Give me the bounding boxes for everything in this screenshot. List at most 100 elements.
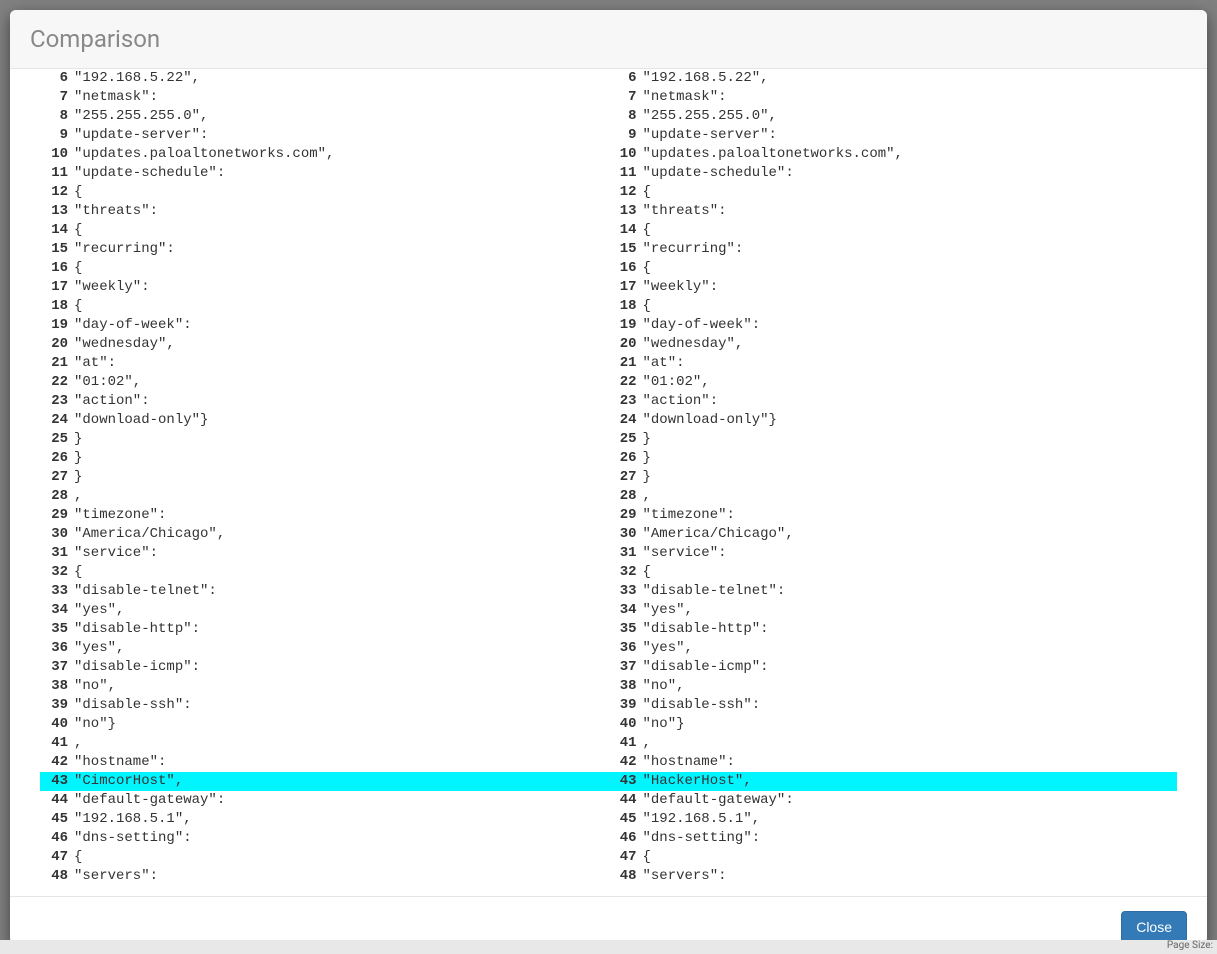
diff-line: 45"192.168.5.1",: [609, 810, 1178, 829]
diff-line: 6"192.168.5.22",: [40, 69, 609, 88]
line-content: "netmask":: [643, 89, 727, 105]
line-number: 43: [609, 772, 637, 791]
line-number: 33: [609, 582, 637, 601]
line-number: 18: [609, 297, 637, 316]
line-content: "recurring":: [643, 241, 744, 257]
diff-line: 12{: [609, 183, 1178, 202]
diff-line: 12 {: [40, 183, 609, 202]
diff-line: 41,: [40, 734, 609, 753]
line-content: "no"}: [643, 716, 685, 732]
diff-line: 18{: [609, 297, 1178, 316]
diff-line: 38"no",: [609, 677, 1178, 696]
diff-line: 28,: [40, 487, 609, 506]
line-number: 13: [609, 202, 637, 221]
line-content: "at":: [74, 355, 116, 371]
line-content: "netmask":: [74, 89, 158, 105]
line-number: 29: [609, 506, 637, 525]
diff-line: 33 "disable-telnet":: [609, 582, 1178, 601]
line-content: {: [643, 564, 651, 580]
line-number: 9: [609, 126, 637, 145]
line-content: "disable-icmp":: [74, 659, 200, 675]
line-number: 47: [609, 848, 637, 867]
line-number: 16: [609, 259, 637, 278]
line-content: "servers":: [643, 868, 727, 884]
line-number: 43: [40, 772, 68, 791]
diff-line: 19"day-of-week":: [40, 316, 609, 335]
line-number: 13: [40, 202, 68, 221]
line-content: "update-schedule":: [643, 165, 794, 181]
diff-line: 28,: [609, 487, 1178, 506]
line-content: {: [643, 849, 651, 865]
line-number: 20: [609, 335, 637, 354]
modal-title: Comparison: [30, 25, 160, 53]
diff-line: 17"weekly":: [40, 278, 609, 297]
line-content: "America/Chicago",: [643, 526, 794, 542]
line-number: 21: [609, 354, 637, 373]
line-content: "day-of-week":: [643, 317, 761, 333]
line-number: 36: [40, 639, 68, 658]
diff-line: 20"wednesday",: [40, 335, 609, 354]
line-number: 12: [40, 183, 68, 202]
diff-line: 24 "download-only"}: [609, 411, 1178, 430]
diff-line: 48"servers":: [609, 867, 1178, 886]
line-number: 31: [40, 544, 68, 563]
line-number: 24: [609, 411, 637, 430]
line-number: 14: [40, 221, 68, 240]
diff-line: 35"disable-http":: [40, 620, 609, 639]
line-number: 41: [609, 734, 637, 753]
line-number: 45: [609, 810, 637, 829]
line-number: 31: [609, 544, 637, 563]
diff-line: 25}: [609, 430, 1178, 449]
diff-line: 26}: [40, 449, 609, 468]
line-number: 27: [609, 468, 637, 487]
line-content: ,: [74, 488, 82, 504]
diff-line: 15"recurring":: [609, 240, 1178, 259]
line-number: 32: [609, 563, 637, 582]
diff-line: 47{: [40, 848, 609, 867]
line-number: 40: [40, 715, 68, 734]
line-content: "at":: [643, 355, 685, 371]
line-content: "dns-setting":: [74, 830, 192, 846]
line-number: 30: [40, 525, 68, 544]
diff-line: 23"action":: [40, 392, 609, 411]
diff-line: 26}: [609, 449, 1178, 468]
line-content: "disable-ssh":: [643, 697, 761, 713]
line-content: ,: [74, 735, 82, 751]
diff-line: 21"at":: [40, 354, 609, 373]
diff-line: 41,: [609, 734, 1178, 753]
diff-line: 11"update-schedule":: [40, 164, 609, 183]
line-content: "America/Chicago",: [74, 526, 225, 542]
line-number: 39: [40, 696, 68, 715]
line-content: "servers":: [74, 868, 158, 884]
line-number: 24: [40, 411, 68, 430]
line-number: 35: [609, 620, 637, 639]
diff-line: 25}: [40, 430, 609, 449]
diff-line: 45"192.168.5.1",: [40, 810, 609, 829]
line-content: "yes",: [74, 602, 124, 618]
line-content: "disable-http":: [643, 621, 769, 637]
line-number: 46: [40, 829, 68, 848]
line-content: "hostname":: [643, 754, 735, 770]
modal-footer: Close: [10, 896, 1207, 944]
close-button[interactable]: Close: [1121, 911, 1187, 943]
line-content: "disable-telnet":: [643, 583, 786, 599]
line-content: "download-only"}: [643, 412, 777, 428]
line-content: "threats":: [74, 203, 158, 219]
line-number: 28: [609, 487, 637, 506]
diff-line: 30 "America/Chicago",: [40, 525, 609, 544]
line-number: 20: [40, 335, 68, 354]
diff-line: 8"255.255.255.0",: [609, 107, 1178, 126]
line-content: {: [74, 849, 82, 865]
diff-scroll-area[interactable]: 6"192.168.5.22",7"netmask":8"255.255.255…: [40, 69, 1177, 886]
line-number: 14: [609, 221, 637, 240]
line-content: {: [74, 184, 82, 200]
diff-line: 37"disable-icmp":: [40, 658, 609, 677]
line-content: "yes",: [74, 640, 124, 656]
diff-line: 47 {: [609, 848, 1178, 867]
line-content: "update-schedule":: [74, 165, 225, 181]
diff-line: 30"America/Chicago",: [609, 525, 1178, 544]
diff-line: 6"192.168.5.22",: [609, 69, 1178, 88]
diff-line: 13 "threats":: [40, 202, 609, 221]
line-number: 42: [40, 753, 68, 772]
diff-line: 34"yes",: [40, 601, 609, 620]
